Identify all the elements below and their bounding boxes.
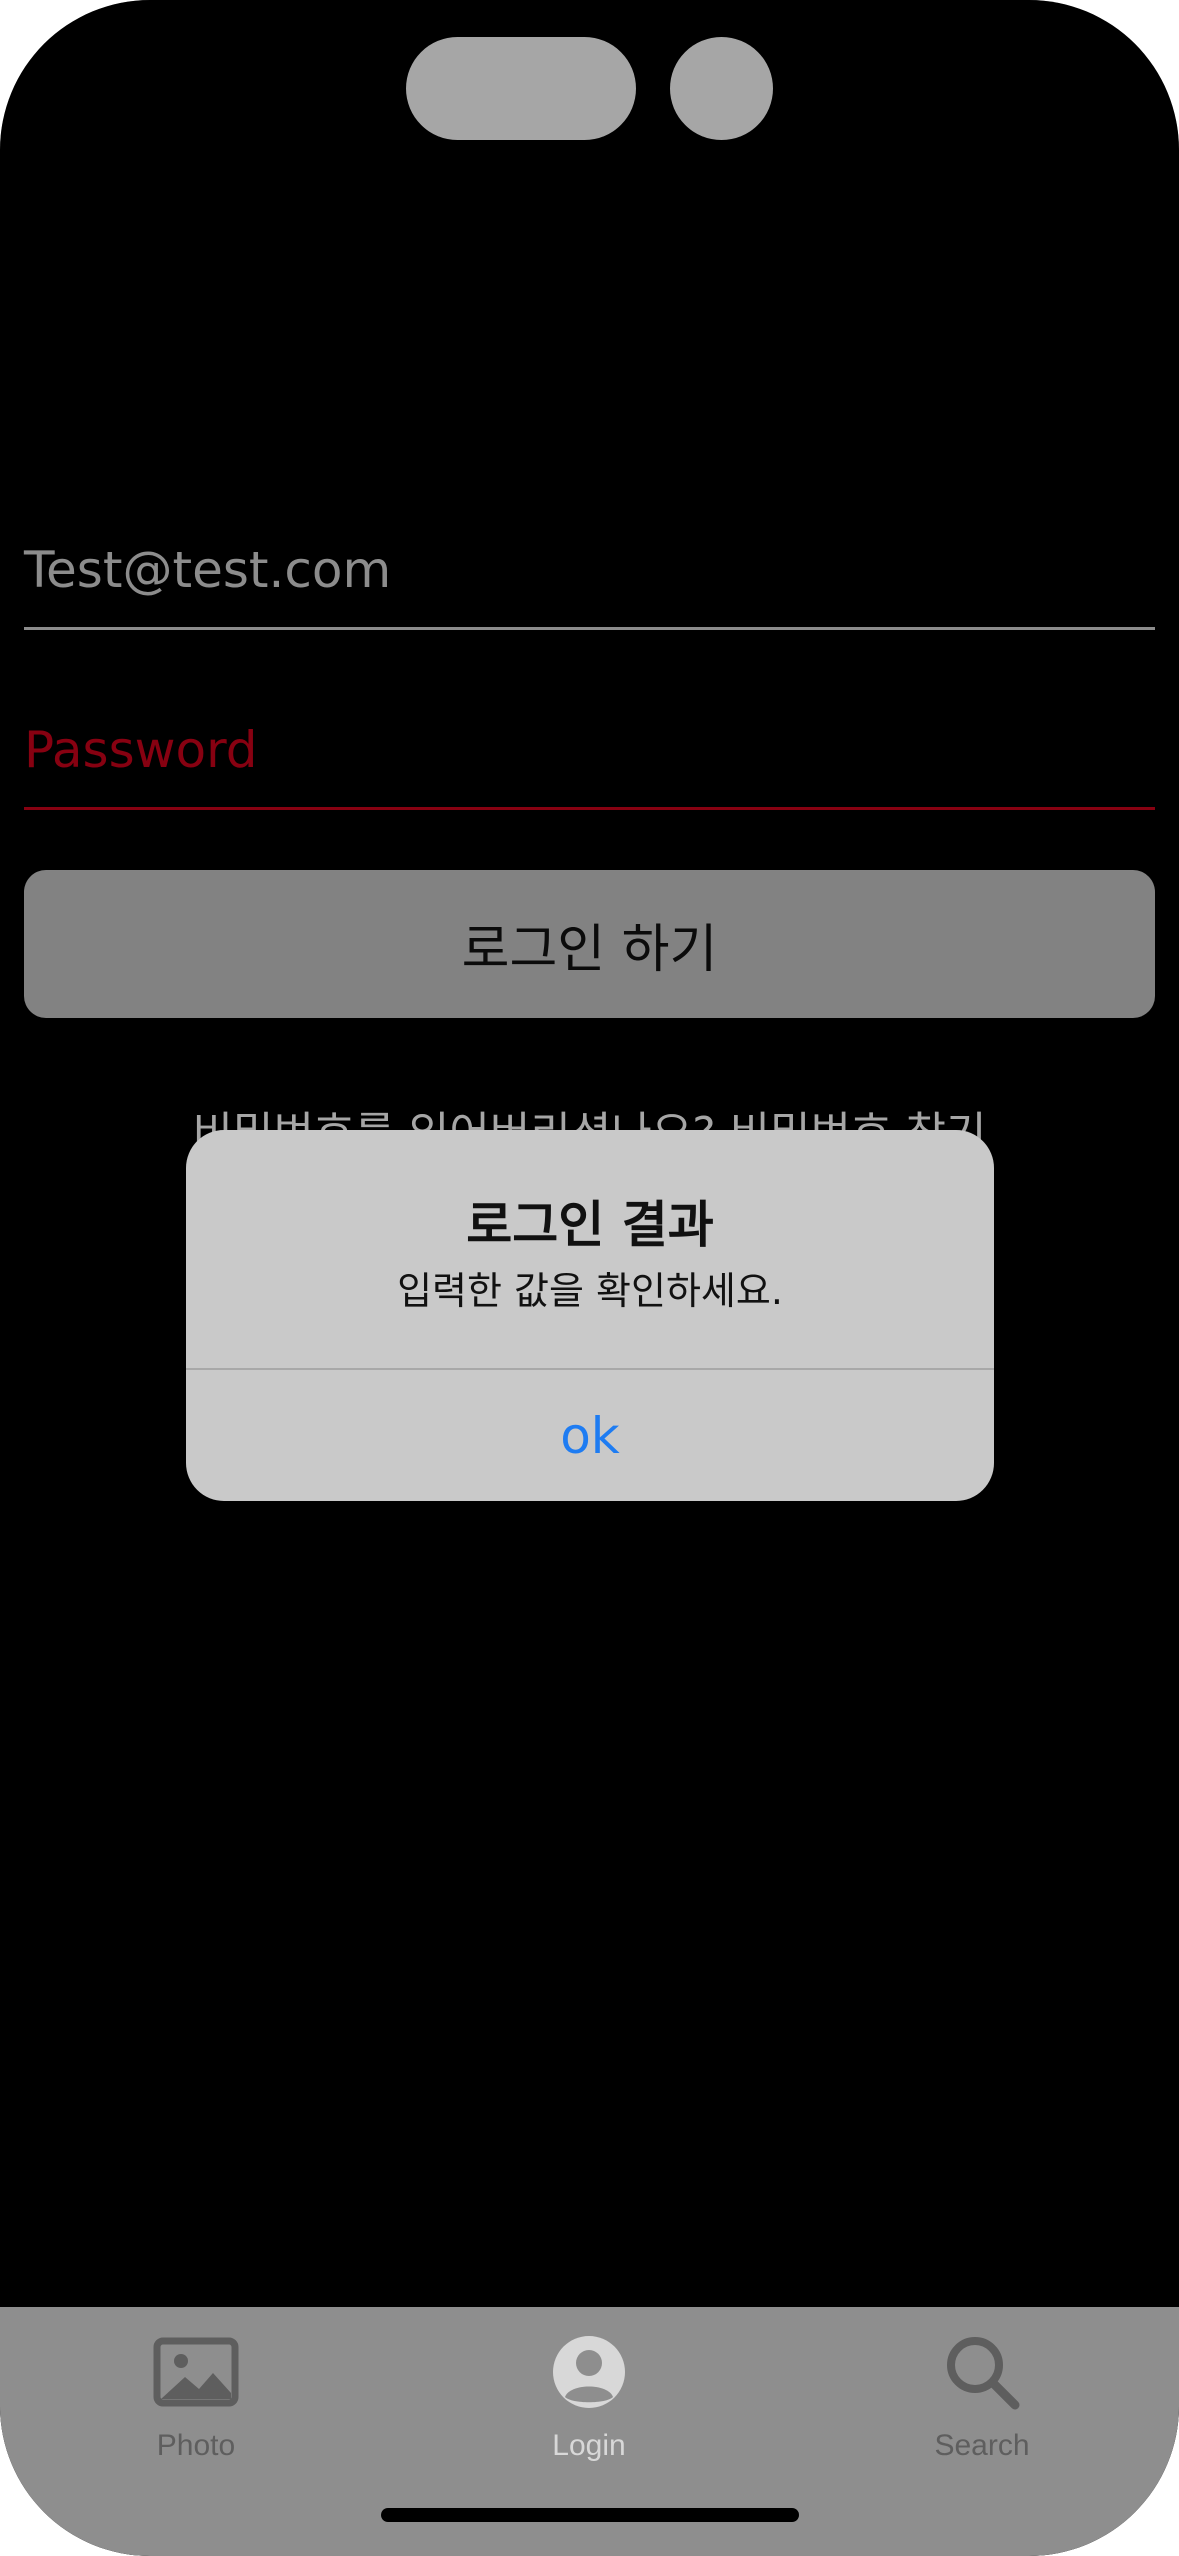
- tab-photo[interactable]: Photo: [66, 2327, 326, 2477]
- home-indicator[interactable]: [381, 2508, 799, 2522]
- tab-search-label: Search: [934, 2429, 1030, 2462]
- alert-message: 입력한 값을 확인하세요.: [397, 1269, 783, 1313]
- tab-search[interactable]: Search: [852, 2327, 1112, 2477]
- alert-ok-label: ok: [560, 1406, 620, 1465]
- device-screen: Test@test.com Password 로그인 하기 비밀번호를 잊어버리…: [0, 0, 1179, 2556]
- tab-login-label: Login: [552, 2429, 626, 2462]
- alert-title: 로그인 결과: [466, 1196, 714, 1254]
- alert-ok-button[interactable]: ok: [186, 1370, 994, 1501]
- tab-login[interactable]: Login: [459, 2327, 719, 2477]
- tab-photo-label: Photo: [156, 2429, 236, 2462]
- search-icon: [947, 2337, 1020, 2410]
- person-circle-icon: [553, 2336, 625, 2408]
- photo-icon: [153, 2337, 239, 2407]
- login-result-alert: 로그인 결과 입력한 값을 확인하세요. ok: [186, 1130, 994, 1501]
